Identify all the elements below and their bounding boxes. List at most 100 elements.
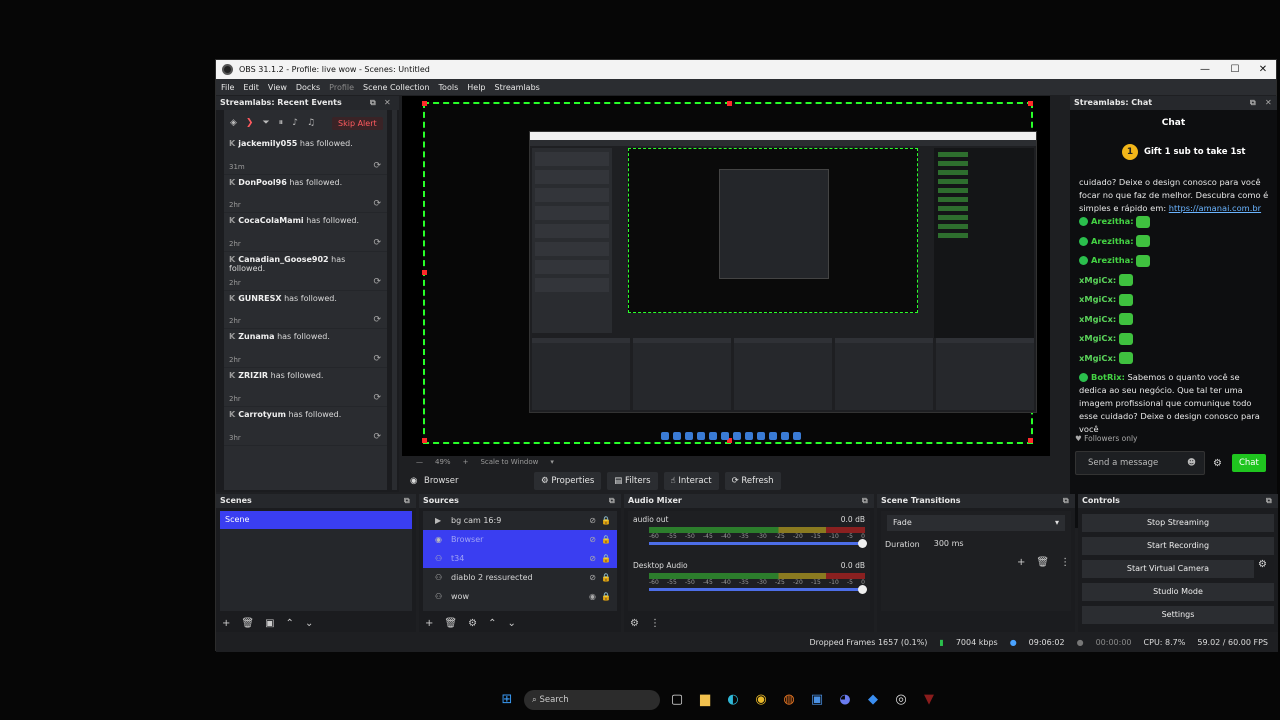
- bell-icon[interactable]: ♫: [307, 118, 315, 128]
- undock-icon[interactable]: ⧉: [1063, 494, 1069, 508]
- start-virtual-camera-button[interactable]: Start Virtual Camera: [1082, 560, 1254, 578]
- start-recording-button[interactable]: Start Recording: [1082, 537, 1274, 555]
- chat-user[interactable]: xMgiCx:: [1079, 294, 1116, 304]
- up-icon[interactable]: ⌃: [488, 618, 496, 629]
- trash-icon[interactable]: 🗑: [1036, 557, 1049, 568]
- undock-icon[interactable]: ⧉: [1266, 494, 1272, 508]
- resize-handle[interactable]: [422, 270, 427, 275]
- slider-handle[interactable]: [858, 539, 867, 548]
- chat-user[interactable]: Arezitha:: [1091, 255, 1134, 265]
- replay-icon[interactable]: ⟳: [373, 199, 381, 209]
- eye-icon[interactable]: ◉: [589, 592, 596, 601]
- app-icon[interactable]: ◆: [862, 690, 884, 710]
- replay-icon[interactable]: ⟳: [373, 315, 381, 325]
- task-view-icon[interactable]: ▢: [666, 690, 688, 710]
- chat-user[interactable]: Arezitha:: [1091, 236, 1134, 246]
- duration-input[interactable]: 300 ms: [927, 536, 1067, 552]
- source-item[interactable]: ⚇ t34 ⊘ 🔒: [423, 549, 617, 568]
- replay-icon[interactable]: ⟳: [373, 393, 381, 403]
- refresh-button[interactable]: ⟳ Refresh: [724, 472, 781, 490]
- source-item[interactable]: ◉ Browser ⊘ 🔒: [423, 530, 617, 549]
- gear-icon[interactable]: ⚙: [630, 618, 639, 629]
- chat-user[interactable]: BotRix:: [1091, 372, 1125, 382]
- replay-icon[interactable]: ⟳: [373, 238, 381, 248]
- menu-dots-icon[interactable]: ⋮: [1060, 557, 1070, 568]
- store-icon[interactable]: ▣: [806, 690, 828, 710]
- lock-icon[interactable]: 🔒: [601, 554, 611, 563]
- preview-area[interactable]: [402, 96, 1050, 456]
- minimize-button[interactable]: —: [1190, 60, 1220, 79]
- replay-icon[interactable]: ⟳: [373, 277, 381, 287]
- source-item[interactable]: ▶ bg cam 16:9 ⊘ 🔒: [423, 511, 617, 530]
- add-icon[interactable]: +: [222, 618, 230, 629]
- volume-icon[interactable]: ♪: [292, 118, 298, 128]
- close-icon[interactable]: ✕: [1265, 96, 1272, 110]
- zoom-out-icon[interactable]: —: [416, 458, 423, 466]
- source-item[interactable]: ⚇ wow ◉ 🔒: [423, 587, 617, 606]
- menu-dots-icon[interactable]: ⋮: [650, 618, 660, 629]
- undock-icon[interactable]: ⧉: [370, 96, 376, 110]
- down-icon[interactable]: ⌄: [507, 618, 515, 629]
- firefox-icon[interactable]: ◍: [778, 690, 800, 710]
- chevron-down-icon[interactable]: ▾: [550, 458, 554, 466]
- trash-icon[interactable]: 🗑: [444, 618, 457, 629]
- scene-item[interactable]: Scene: [220, 511, 412, 529]
- studio-mode-button[interactable]: Studio Mode: [1082, 583, 1274, 601]
- eye-hidden-icon[interactable]: ⊘: [589, 516, 596, 525]
- stop-streaming-button[interactable]: Stop Streaming: [1082, 514, 1274, 532]
- menu-help[interactable]: Help: [467, 83, 485, 92]
- chat-user[interactable]: xMgiCx:: [1079, 275, 1116, 285]
- trash-icon[interactable]: 🗑: [241, 618, 254, 629]
- close-button[interactable]: ✕: [1248, 60, 1278, 79]
- menu-scene-collection[interactable]: Scene Collection: [363, 83, 430, 92]
- up-icon[interactable]: ⌃: [286, 618, 294, 629]
- menu-streamlabs[interactable]: Streamlabs: [495, 83, 540, 92]
- resize-handle[interactable]: [422, 438, 427, 443]
- gear-icon[interactable]: ⚙: [468, 618, 477, 629]
- filter-icon[interactable]: ▣: [265, 618, 274, 629]
- file-explorer-icon[interactable]: ▆: [694, 690, 716, 710]
- eye-hidden-icon[interactable]: ⊘: [589, 535, 596, 544]
- taskbar-search[interactable]: ⌕ Search: [524, 690, 660, 710]
- resize-handle[interactable]: [422, 101, 427, 106]
- menu-docks[interactable]: Docks: [296, 83, 320, 92]
- obs-taskbar-icon[interactable]: ◎: [890, 690, 912, 710]
- lock-icon[interactable]: 🔒: [601, 573, 611, 582]
- skip-alert-button[interactable]: Skip Alert: [332, 116, 383, 130]
- replay-icon[interactable]: ⟳: [373, 432, 381, 442]
- down-icon[interactable]: ⌄: [305, 618, 313, 629]
- interact-button[interactable]: ☝ Interact: [663, 472, 719, 490]
- resize-handle[interactable]: [727, 101, 732, 106]
- lock-icon[interactable]: 🔒: [601, 535, 611, 544]
- maximize-button[interactable]: ☐: [1220, 60, 1250, 79]
- chat-user[interactable]: Arezitha:: [1091, 216, 1134, 226]
- close-icon[interactable]: ✕: [384, 96, 391, 110]
- play-icon[interactable]: ❯: [246, 118, 254, 128]
- lock-icon[interactable]: 🔒: [601, 592, 611, 601]
- emoji-icon[interactable]: ☻: [1187, 452, 1196, 474]
- transition-select[interactable]: Fade ▾: [887, 515, 1065, 531]
- chat-user[interactable]: xMgiCx:: [1079, 314, 1116, 324]
- chat-send-button[interactable]: Chat: [1231, 454, 1266, 472]
- menu-file[interactable]: File: [221, 83, 234, 92]
- properties-button[interactable]: ⚙ Properties: [534, 472, 602, 490]
- gift-banner[interactable]: 1 Gift 1 sub to take 1st: [1070, 132, 1277, 172]
- settings-icon[interactable]: ⚙: [1213, 458, 1222, 469]
- add-icon[interactable]: +: [1017, 557, 1025, 568]
- eye-hidden-icon[interactable]: ⊘: [589, 554, 596, 563]
- menu-edit[interactable]: Edit: [243, 83, 259, 92]
- replay-icon[interactable]: ⟳: [373, 161, 381, 171]
- scale-select[interactable]: Scale to Window: [480, 458, 538, 466]
- add-icon[interactable]: +: [425, 618, 433, 629]
- edge-icon[interactable]: ◐: [722, 690, 744, 710]
- undock-icon[interactable]: ⧉: [862, 494, 868, 508]
- volume-slider[interactable]: [649, 539, 867, 548]
- events-scrollbar[interactable]: [392, 110, 397, 490]
- undock-icon[interactable]: ⧉: [404, 494, 410, 508]
- filter-icon[interactable]: ⏷: [262, 118, 269, 128]
- menu-profile[interactable]: Profile: [329, 83, 354, 92]
- discord-icon[interactable]: ◕: [834, 690, 856, 710]
- resize-handle[interactable]: [1028, 438, 1033, 443]
- eye-hidden-icon[interactable]: ⊘: [589, 573, 596, 582]
- menu-view[interactable]: View: [268, 83, 287, 92]
